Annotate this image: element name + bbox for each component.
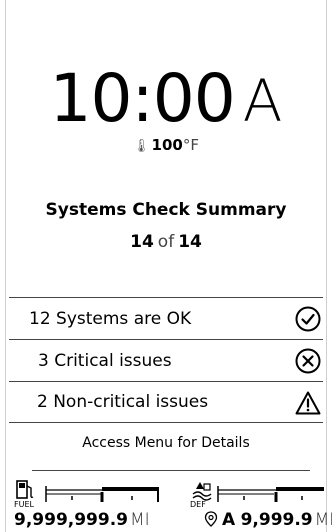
location-pin-icon <box>204 511 218 527</box>
summary-count: 14 of 14 <box>0 232 332 252</box>
warning-triangle-icon <box>295 391 321 415</box>
x-circle-icon <box>295 348 321 374</box>
fuel-caption: FUEL <box>14 500 34 509</box>
def-level-bar <box>217 486 324 502</box>
summary-total: 14 <box>178 232 202 252</box>
thermometer-icon: 🌡 <box>133 139 150 154</box>
temperature-value: 100 <box>151 136 183 154</box>
fuel-range-unit: MI <box>130 510 150 530</box>
check-circle-icon <box>295 306 321 332</box>
status-row-label: 12 Systems are OK <box>29 308 192 329</box>
clock: 10:00 A <box>0 66 332 132</box>
clock-time: 10:00 <box>49 60 236 137</box>
status-row-label: 2 Non-critical issues <box>37 392 209 412</box>
summary-title: Systems Check Summary <box>45 200 287 220</box>
status-list: 12 Systems are OK 3 Critical issues 2 No… <box>9 297 323 423</box>
status-row-critical[interactable]: 3 Critical issues <box>9 339 323 381</box>
def-caption: DEF <box>190 500 206 509</box>
divider <box>32 470 310 471</box>
summary-current: 14 <box>130 232 154 252</box>
outside-temperature: 🌡 100°F <box>0 136 332 154</box>
summary-of: of <box>157 232 175 252</box>
status-row-noncritical[interactable]: 2 Non-critical issues <box>9 381 323 423</box>
def-range: A 9,999.9 MI <box>204 510 332 530</box>
def-range-value: 9,999.9 <box>240 510 313 530</box>
def-range-unit: MI <box>314 510 332 530</box>
details-hint: Access Menu for Details <box>82 435 250 451</box>
def-range-prefix: A <box>222 510 236 530</box>
status-row-label: 3 Critical issues <box>38 350 172 371</box>
status-row-ok[interactable]: 12 Systems are OK <box>9 297 323 339</box>
fuel-range: 9,999,999.9 MI <box>14 510 150 530</box>
temperature-unit: °F <box>182 136 199 154</box>
clock-ampm: A <box>242 67 283 135</box>
fuel-level-bar <box>45 486 159 502</box>
fuel-range-value: 9,999,999.9 <box>14 510 129 530</box>
